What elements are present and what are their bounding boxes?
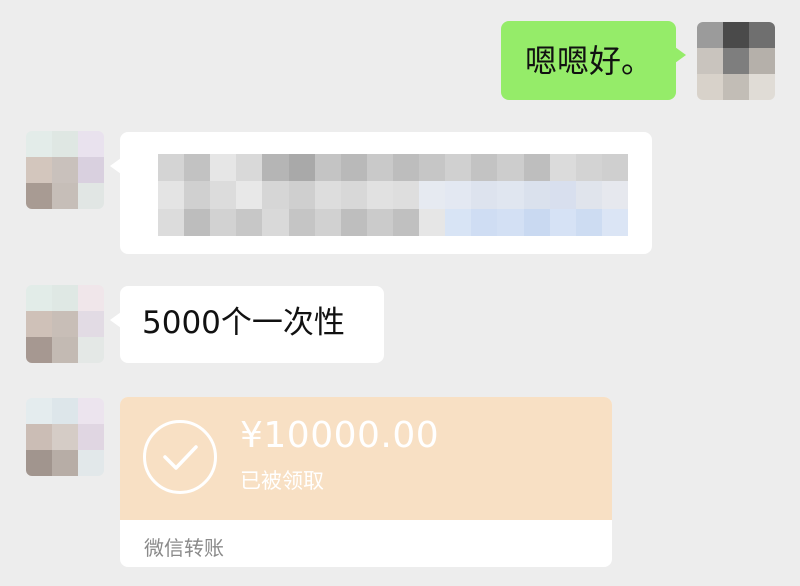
outgoing-message-text: 嗯嗯好。 [525,42,654,80]
transfer-status: 已被领取 [240,469,324,493]
contact-avatar[interactable] [26,398,104,476]
outgoing-message-bubble[interactable]: 嗯嗯好。 [501,21,686,100]
incoming-message-text: 5000个一次性 [142,305,345,341]
contact-avatar[interactable] [26,131,104,209]
transfer-label: 微信转账 [144,536,224,560]
incoming-message-blurred[interactable] [110,132,652,254]
transfer-amount: ¥10000.00 [240,415,440,456]
check-circle-icon [143,420,217,494]
pixelated-content [158,154,628,236]
transfer-card-header: ¥10000.00 已被领取 [120,397,612,520]
contact-avatar[interactable] [26,285,104,363]
incoming-message-bubble[interactable]: 5000个一次性 [110,286,384,363]
transfer-message-card[interactable]: ¥10000.00 已被领取 微信转账 [120,397,612,567]
my-avatar[interactable] [697,22,775,100]
